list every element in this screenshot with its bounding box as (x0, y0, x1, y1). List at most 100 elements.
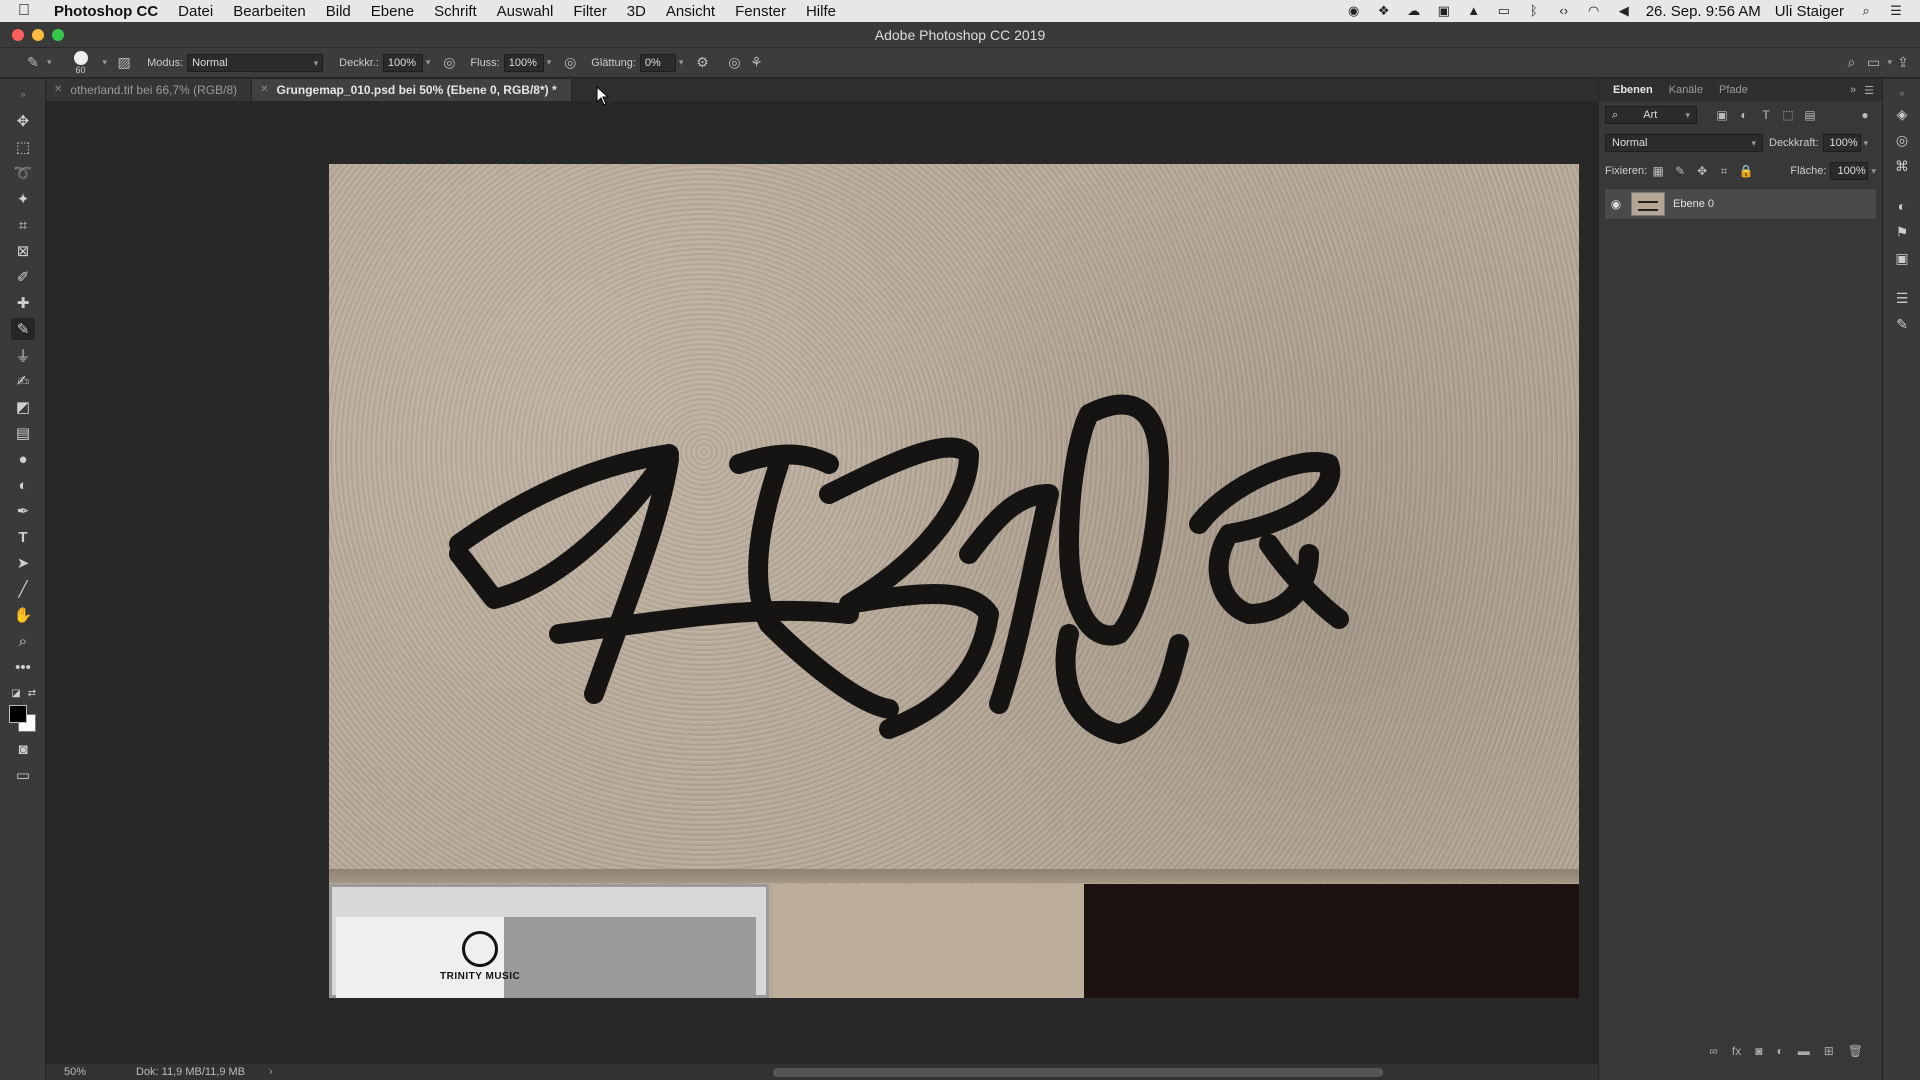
dropbox-icon[interactable]: ❖ (1376, 4, 1392, 18)
gradient-tool-icon[interactable]: ▤ (11, 422, 35, 444)
close-icon[interactable]: ✕ (54, 79, 62, 101)
blur-tool-icon[interactable]: ● (11, 448, 35, 470)
lock-transparency-icon[interactable]: ▦ (1647, 164, 1669, 178)
filter-smart-object-icon[interactable]: ▤ (1799, 108, 1821, 122)
lasso-tool-icon[interactable]: ➰ (11, 162, 35, 184)
new-group-folder-icon[interactable]: ▬ (1798, 1044, 1810, 1058)
lock-artboard-icon[interactable]: ⌗ (1713, 164, 1735, 179)
warning-icon[interactable]: ▲ (1466, 4, 1482, 18)
lock-position-icon[interactable]: ✥ (1691, 164, 1713, 178)
screen-mirror-icon[interactable]: ▭ (1496, 4, 1512, 18)
chevron-down-icon[interactable]: ▾ (547, 57, 552, 68)
menu-filter[interactable]: Filter (563, 3, 616, 20)
menu-app-name[interactable]: Photoshop CC (40, 3, 168, 20)
airbrush-icon[interactable]: ◎ (559, 53, 581, 73)
workspace-icon[interactable]: ▭ (1862, 53, 1884, 73)
brush-settings-panel-icon[interactable]: ▨ (113, 53, 135, 73)
brush-size-picker[interactable]: 60 (70, 50, 92, 75)
filter-type-icon[interactable]: T (1755, 108, 1777, 122)
opacity-input[interactable]: 100% (382, 53, 423, 72)
pressure-size-icon[interactable]: ◎ (723, 53, 745, 73)
path-selection-tool-icon[interactable]: ➤ (11, 552, 35, 574)
layer-row[interactable]: ◉ Ebene 0 (1605, 189, 1876, 219)
more-tools-icon[interactable]: ••• (11, 656, 35, 678)
filter-toggle-icon[interactable]: ● (1854, 108, 1876, 122)
menu-3d[interactable]: 3D (617, 3, 656, 20)
close-icon[interactable]: ✕ (260, 79, 268, 101)
adjustments-panel-icon[interactable]: ◐ (1891, 196, 1913, 216)
brush-tool-preset-icon[interactable]: ✎ (22, 53, 44, 73)
hand-tool-icon[interactable]: ✋ (11, 604, 35, 626)
foreground-color-swatch[interactable] (9, 705, 27, 723)
layer-filter-select[interactable]: ⌕ Art ▾ (1605, 106, 1697, 124)
clock[interactable]: 26. Sep. 9:56 AM (1646, 3, 1761, 20)
collapse-panel-icon[interactable]: » (1850, 84, 1856, 97)
tab-otherland[interactable]: ✕ otherland.tif bei 66,7% (RGB/8) (46, 79, 253, 101)
fill-input[interactable]: 100% (1830, 162, 1869, 180)
filter-pixel-icon[interactable]: ▣ (1711, 108, 1733, 122)
canvas-area[interactable]: TRINITY MUSIC (46, 101, 1598, 1063)
creative-cloud-icon[interactable]: ☁ (1406, 4, 1422, 18)
menu-schrift[interactable]: Schrift (424, 3, 487, 20)
link-layers-icon[interactable]: ∞ (1709, 1044, 1718, 1058)
trash-icon[interactable]: 🗑 (1848, 1044, 1863, 1058)
share-icon[interactable]: ⇪ (1892, 53, 1914, 73)
layer-opacity-input[interactable]: 100% (1822, 134, 1861, 152)
notification-center-icon[interactable]: ☰ (1888, 4, 1904, 18)
status-menu-arrow-icon[interactable]: › (269, 1066, 273, 1078)
channels-panel-icon[interactable]: ◎ (1891, 130, 1913, 150)
zoom-tool-icon[interactable]: ⌕ (11, 630, 35, 652)
pressure-opacity-icon[interactable]: ◎ (438, 53, 460, 73)
maximize-window-button[interactable] (52, 29, 64, 41)
crop-tool-icon[interactable]: ⌗ (11, 214, 35, 236)
chevron-down-icon[interactable]: ▾ (426, 57, 431, 68)
menu-datei[interactable]: Datei (168, 3, 223, 20)
horizontal-scrollbar[interactable] (773, 1068, 1383, 1077)
new-layer-icon[interactable]: ⊞ (1824, 1044, 1834, 1058)
layers-panel-icon[interactable]: ◈ (1891, 104, 1913, 124)
clone-stamp-tool-icon[interactable]: ⏚ (11, 344, 35, 366)
new-adjustment-layer-icon[interactable]: ◐ (1776, 1044, 1783, 1058)
lock-all-icon[interactable]: 🔒 (1735, 164, 1757, 178)
type-tool-icon[interactable]: T (11, 526, 35, 548)
healing-brush-tool-icon[interactable]: ✚ (11, 292, 35, 314)
screen-mode-icon[interactable]: ▭ (11, 764, 35, 786)
quick-mask-icon[interactable]: ◙ (11, 738, 35, 760)
zoom-level-field[interactable]: 50% (46, 1066, 106, 1078)
marquee-tool-icon[interactable]: ⬚ (11, 136, 35, 158)
apple-icon[interactable]:  (18, 2, 40, 20)
record-icon[interactable]: ◉ (1346, 4, 1362, 18)
paths-panel-icon[interactable]: ⌘ (1891, 156, 1913, 176)
panel-menu-icon[interactable]: ☰ (1864, 84, 1874, 97)
magic-wand-tool-icon[interactable]: ✦ (11, 188, 35, 210)
volume-icon[interactable]: ◀ (1616, 4, 1632, 18)
spotlight-icon[interactable]: ⌕ (1858, 4, 1874, 18)
eraser-tool-icon[interactable]: ◩ (11, 396, 35, 418)
menu-bearbeiten[interactable]: Bearbeiten (223, 3, 316, 20)
visibility-eye-icon[interactable]: ◉ (1605, 197, 1627, 211)
layer-name[interactable]: Ebene 0 (1673, 198, 1714, 210)
properties-panel-icon[interactable]: ⚑ (1891, 222, 1913, 242)
app-s-icon[interactable]: ▣ (1436, 4, 1452, 18)
frame-tool-icon[interactable]: ⊠ (11, 240, 35, 262)
symmetry-icon[interactable]: ⚘ (745, 53, 767, 73)
menu-auswahl[interactable]: Auswahl (487, 3, 564, 20)
search-icon[interactable]: ⌕ (1840, 53, 1862, 73)
add-mask-icon[interactable]: ◙ (1755, 1044, 1762, 1058)
menu-hilfe[interactable]: Hilfe (796, 3, 846, 20)
brushes-panel-icon[interactable]: ✎ (1891, 314, 1913, 334)
user-name[interactable]: Uli Staiger (1775, 3, 1844, 20)
chevron-down-icon[interactable]: ▾ (679, 57, 684, 68)
chevron-down-icon[interactable]: ▾ (1871, 166, 1876, 177)
pen-tool-icon[interactable]: ✒ (11, 500, 35, 522)
brush-settings-strip-icon[interactable]: ☰ (1891, 288, 1913, 308)
libraries-panel-icon[interactable]: ▣ (1891, 248, 1913, 268)
menu-ebene[interactable]: Ebene (361, 3, 424, 20)
tab-pfade[interactable]: Pfade (1711, 84, 1756, 96)
menu-fenster[interactable]: Fenster (725, 3, 796, 20)
chevron-down-icon[interactable]: ▾ (1864, 138, 1869, 149)
tab-kanaele[interactable]: Kanäle (1661, 84, 1711, 96)
minimize-window-button[interactable] (32, 29, 44, 41)
code-icon[interactable]: ‹› (1556, 4, 1572, 18)
history-brush-tool-icon[interactable]: ✍ (11, 370, 35, 392)
